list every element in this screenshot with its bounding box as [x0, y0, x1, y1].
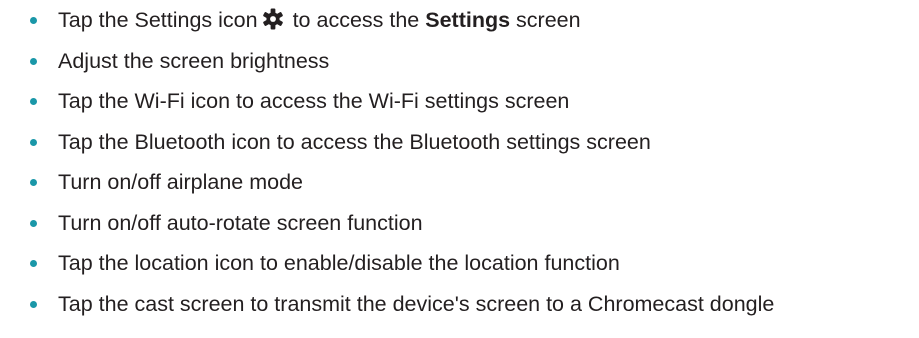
- instruction-list: Tap the Settings icon to access the Sett…: [0, 6, 919, 330]
- item-text: Turn on/off airplane mode: [58, 170, 304, 194]
- bullet-icon: [30, 300, 37, 308]
- list-item-auto-rotate: Turn on/off auto-rotate screen function: [0, 209, 919, 250]
- gear-icon: [262, 8, 284, 30]
- settings-bold-label: Settings: [425, 8, 511, 32]
- list-item-location: Tap the location icon to enable/disable …: [0, 249, 919, 290]
- bullet-icon: [30, 98, 37, 105]
- item-text: Tap the cast screen to transmit the devi…: [58, 291, 775, 316]
- bullet-icon: [30, 17, 37, 24]
- item-text-post: screen: [510, 8, 581, 32]
- bullet-icon: [30, 138, 37, 146]
- item-text-mid: to access the: [286, 8, 426, 32]
- list-item-airplane-mode: Turn on/off airplane mode: [0, 168, 919, 209]
- list-item-brightness: Adjust the screen brightness: [0, 47, 919, 88]
- item-text-pre: Tap the Settings icon: [58, 8, 258, 32]
- item-text: Turn on/off auto-rotate screen function: [58, 210, 423, 235]
- item-text: Tap the Wi-Fi icon to access the Wi-Fi s…: [58, 89, 570, 113]
- item-text: Tap the location icon to enable/disable …: [58, 251, 620, 275]
- bullet-icon: [30, 179, 37, 186]
- list-item-cast-screen: Tap the cast screen to transmit the devi…: [0, 290, 919, 331]
- item-text: Tap the Bluetooth icon to access the Blu…: [58, 129, 651, 154]
- list-item-wifi: Tap the Wi-Fi icon to access the Wi-Fi s…: [0, 87, 919, 128]
- list-item-settings: Tap the Settings icon to access the Sett…: [0, 6, 919, 47]
- bullet-icon: [30, 219, 37, 227]
- bullet-icon: [30, 57, 37, 65]
- bullet-icon: [30, 260, 37, 267]
- item-text: Adjust the screen brightness: [58, 48, 330, 73]
- list-item-bluetooth: Tap the Bluetooth icon to access the Blu…: [0, 128, 919, 169]
